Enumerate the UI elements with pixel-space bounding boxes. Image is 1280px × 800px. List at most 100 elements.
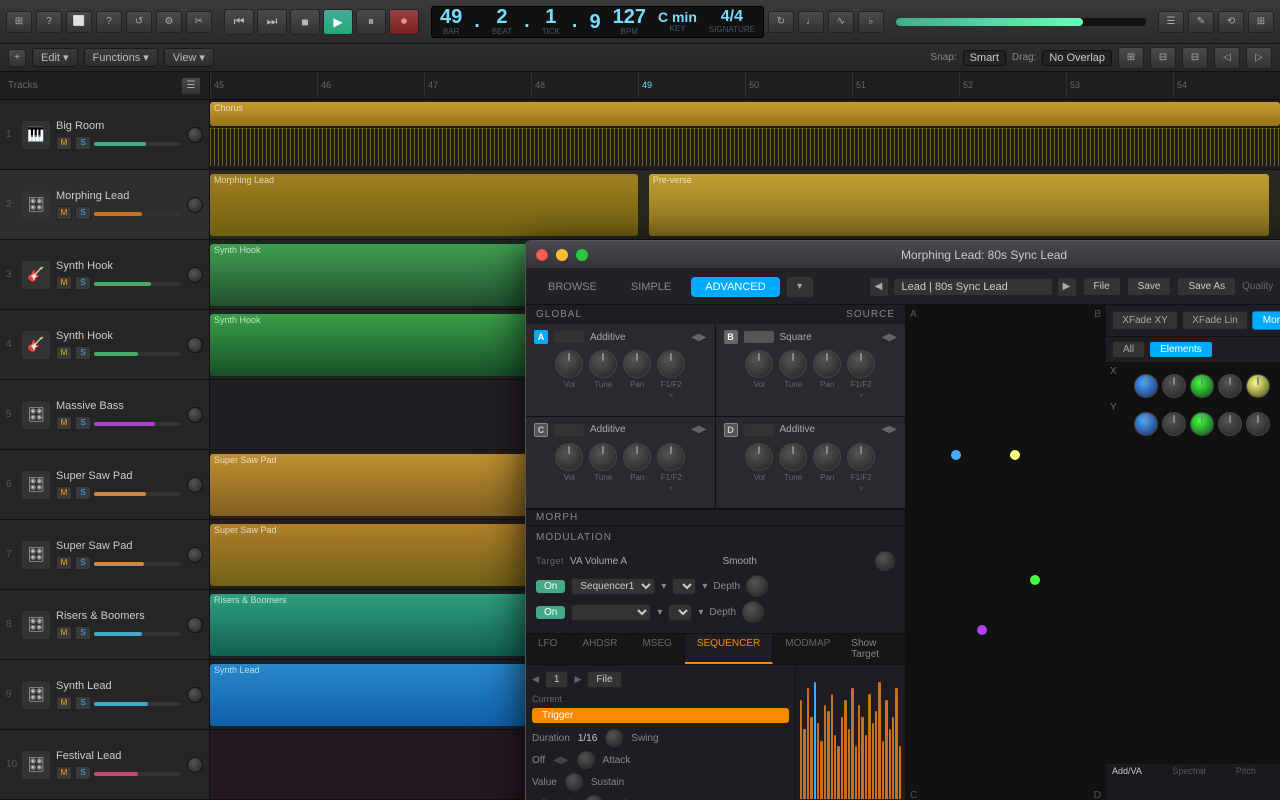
track-item-4[interactable]: 4 🎸 Synth Hook M S	[0, 310, 209, 380]
show-target-btn[interactable]: Show Target	[843, 634, 905, 664]
clip-synth-hook-2[interactable]: Synth Hook	[210, 314, 531, 376]
toolbar-btn-3[interactable]: ⬜	[66, 11, 92, 33]
pause-button[interactable]: ⏸	[356, 9, 386, 35]
axis-pitch[interactable]: Pitch	[1236, 766, 1256, 776]
sidebar-settings-btn[interactable]: ☰	[181, 77, 201, 95]
solo-btn-9[interactable]: S	[75, 696, 91, 710]
add-track-btn[interactable]: +	[8, 49, 26, 67]
solo-btn-10[interactable]: S	[75, 766, 91, 780]
knob-a-tune[interactable]	[589, 350, 617, 378]
play-button[interactable]: ▶	[323, 9, 353, 35]
toolbar-metronome[interactable]: ♩	[798, 11, 824, 33]
knob-b-f1f2[interactable]	[847, 350, 875, 378]
seq-bar-27[interactable]	[892, 717, 894, 799]
toolbar-edit2[interactable]: ✎	[1188, 11, 1214, 33]
seq-bar-8[interactable]	[827, 711, 829, 799]
tab-advanced[interactable]: ADVANCED	[691, 277, 779, 297]
elem-knob-y5[interactable]	[1246, 412, 1270, 436]
fader-1[interactable]	[94, 142, 181, 146]
knob-d-tune[interactable]	[779, 443, 807, 471]
seq-bar-15[interactable]	[851, 688, 853, 799]
fader-4[interactable]	[94, 352, 181, 356]
fader-2[interactable]	[94, 212, 181, 216]
preset-dropdown-btn[interactable]: ▾	[786, 276, 814, 298]
morph-xfade-lin-btn[interactable]: XFade Lin	[1182, 311, 1248, 330]
xy-morph-display[interactable]: A B C D	[906, 305, 1105, 800]
source-nav-d[interactable]: ◀▶	[882, 424, 897, 435]
seq-bar-3[interactable]	[810, 717, 812, 799]
fader-5[interactable]	[94, 422, 181, 426]
track-item-1[interactable]: 1 🎹 Big Room M S	[0, 100, 209, 170]
xy-dot-b[interactable]	[1010, 450, 1020, 460]
elements-btn[interactable]: Elements	[1149, 341, 1213, 358]
solo-btn-8[interactable]: S	[75, 626, 91, 640]
seq-bar-26[interactable]	[889, 729, 891, 799]
source-toggle-d[interactable]	[744, 424, 774, 436]
plugin-close-btn[interactable]	[536, 249, 548, 261]
mute-btn-4[interactable]: M	[56, 346, 72, 360]
morph-xfade-xy-btn[interactable]: XFade XY	[1112, 311, 1178, 330]
toolbar-btn-7[interactable]: ✂	[186, 11, 212, 33]
knob-b-pan[interactable]	[813, 350, 841, 378]
lfo-tab-ahdsr[interactable]: AHDSR	[570, 634, 630, 664]
record-button[interactable]: ⏺	[389, 9, 419, 35]
knob-a-vol[interactable]	[555, 350, 583, 378]
lfo-tab-mseg[interactable]: MSEG	[630, 634, 684, 664]
source-toggle-a[interactable]	[554, 331, 584, 343]
drag-value[interactable]: No Overlap	[1042, 50, 1112, 66]
solo-btn-7[interactable]: S	[75, 556, 91, 570]
depth-knob-1[interactable]	[746, 575, 768, 597]
track-item-3[interactable]: 3 🎸 Synth Hook M S	[0, 240, 209, 310]
seq-bar-2[interactable]	[807, 688, 809, 799]
fader-3[interactable]	[94, 282, 181, 286]
seq-bar-7[interactable]	[824, 705, 826, 799]
seq-bar-20[interactable]	[868, 694, 870, 799]
release-knob-seq[interactable]	[585, 795, 603, 800]
seq-bar-24[interactable]	[882, 741, 884, 800]
source-nav-c[interactable]: ◀▶	[691, 424, 706, 435]
mute-btn-3[interactable]: M	[56, 276, 72, 290]
all-btn[interactable]: All	[1112, 341, 1145, 358]
lfo-tab-lfo[interactable]: LFO	[526, 634, 570, 664]
knob-c-vol[interactable]	[555, 443, 583, 471]
toolbar-share[interactable]: ⟲	[1218, 11, 1244, 33]
vol-knob-9[interactable]	[187, 687, 203, 703]
elem-knob-y4[interactable]	[1218, 412, 1242, 436]
knob-d-vol[interactable]	[745, 443, 773, 471]
seq-bar-6[interactable]	[820, 741, 822, 800]
plugin-zoom-btn[interactable]	[576, 249, 588, 261]
toolbar-btn-5[interactable]: ↺	[126, 11, 152, 33]
toolbar-tuner[interactable]: ♭	[858, 11, 884, 33]
seq-bar-4[interactable]	[814, 682, 816, 799]
vol-knob-7[interactable]	[187, 547, 203, 563]
fader-6[interactable]	[94, 492, 181, 496]
depth-knob-2[interactable]	[742, 601, 764, 623]
elem-knob-x4[interactable]	[1218, 374, 1242, 398]
clip-morphing-lead-1[interactable]: Morphing Lead	[210, 174, 638, 236]
knob-a-f1f2[interactable]	[657, 350, 685, 378]
elem-knob-y2[interactable]	[1162, 412, 1186, 436]
elem-knob-y3[interactable]	[1190, 412, 1214, 436]
toolbar-align2[interactable]: ⊟	[1182, 47, 1208, 69]
lfo-tab-modmap[interactable]: MODMAP	[773, 634, 843, 664]
mute-btn-7[interactable]: M	[56, 556, 72, 570]
knob-c-pan[interactable]	[623, 443, 651, 471]
seq-step-count[interactable]: 1	[545, 671, 569, 688]
smooth-knob[interactable]	[875, 551, 895, 571]
preset-next-btn[interactable]: ▶	[1057, 277, 1077, 297]
seq-bar-29[interactable]	[899, 746, 901, 799]
solo-btn-2[interactable]: S	[75, 206, 91, 220]
clip-chorus-label[interactable]: Chorus	[210, 102, 1280, 126]
mod-source-select-2[interactable]	[571, 604, 651, 621]
knob-c-tune[interactable]	[589, 443, 617, 471]
mod-source-select-1[interactable]: Sequencer1	[571, 578, 655, 595]
toolbar-left[interactable]: ◁	[1214, 47, 1240, 69]
toolbar-btn-6[interactable]: ⚙	[156, 11, 182, 33]
xy-dot-d[interactable]	[977, 625, 987, 635]
knob-a-pan[interactable]	[623, 350, 651, 378]
seq-bar-25[interactable]	[885, 700, 887, 799]
toolbar-snap-toggle[interactable]: ⊞	[1118, 47, 1144, 69]
mute-btn-9[interactable]: M	[56, 696, 72, 710]
toolbar-right[interactable]: ▷	[1246, 47, 1272, 69]
clip-morphing-lead-2[interactable]: Pre-verse	[649, 174, 1270, 236]
